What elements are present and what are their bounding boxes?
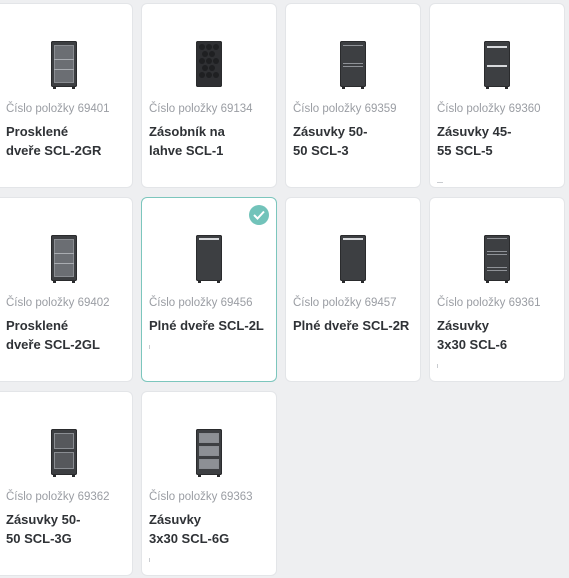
glass-drawer-cabinet-icon bbox=[50, 429, 77, 477]
product-card-69359[interactable]: Číslo položky 69359 Zásuvky 50- 50 SCL-3 bbox=[285, 3, 421, 188]
product-card-69401[interactable]: Číslo položky 69401 Prosklené dveře SCL-… bbox=[0, 3, 133, 188]
item-number: Číslo položky 69363 bbox=[149, 491, 253, 503]
item-name: Zásuvky 50- 50 SCL-3G bbox=[6, 512, 81, 546]
product-card-69362[interactable]: Číslo položky 69362 Zásuvky 50- 50 SCL-3… bbox=[0, 391, 133, 576]
product-card-69360[interactable]: Číslo položky 69360 Zásuvky 45- 55 SCL-5 bbox=[429, 3, 565, 188]
product-card-69402[interactable]: Číslo položky 69402 Prosklené dveře SCL-… bbox=[0, 197, 133, 382]
solid-door-cabinet-icon bbox=[196, 235, 222, 283]
item-name: Plné dveře SCL-2L bbox=[149, 318, 264, 333]
solid-door-cabinet-icon bbox=[340, 235, 366, 283]
item-number: Číslo položky 69362 bbox=[6, 491, 110, 503]
item-name: Zásuvky 50- 50 SCL-3 bbox=[293, 124, 368, 158]
item-name: Prosklené dveře SCL-2GL bbox=[6, 318, 100, 352]
divider bbox=[437, 364, 438, 368]
item-name: Zásuvky 3x30 SCL-6 bbox=[437, 318, 508, 352]
item-name: Prosklené dveře SCL-2GR bbox=[6, 124, 102, 158]
product-card-69134[interactable]: Číslo položky 69134 Zásobník na lahve SC… bbox=[141, 3, 277, 188]
item-number: Číslo položky 69361 bbox=[437, 297, 541, 309]
item-name: Zásuvky 45- 55 SCL-5 bbox=[437, 124, 512, 158]
product-card-69361[interactable]: Číslo položky 69361 Zásuvky 3x30 SCL-6 bbox=[429, 197, 565, 382]
divider bbox=[437, 182, 443, 183]
item-name: Zásobník na lahve SCL-1 bbox=[149, 124, 225, 158]
drawer-cabinet-icon bbox=[484, 41, 510, 89]
item-name: Zásuvky 3x30 SCL-6G bbox=[149, 512, 230, 546]
drawer-cabinet-icon bbox=[484, 235, 510, 283]
item-name: Plné dveře SCL-2R bbox=[293, 318, 410, 333]
glass-door-cabinet-icon bbox=[50, 235, 77, 283]
item-number: Číslo položky 69402 bbox=[6, 297, 110, 309]
product-grid: Číslo položky 69401 Prosklené dveře SCL-… bbox=[0, 0, 569, 578]
item-number: Číslo položky 69360 bbox=[437, 103, 541, 115]
divider bbox=[149, 558, 150, 562]
product-card-69456[interactable]: Číslo položky 69456 Plné dveře SCL-2L bbox=[141, 197, 277, 382]
drawer-cabinet-icon bbox=[340, 41, 366, 89]
item-number: Číslo položky 69134 bbox=[149, 103, 253, 115]
glass-door-cabinet-icon bbox=[50, 41, 77, 89]
item-number: Číslo položky 69359 bbox=[293, 103, 397, 115]
item-number: Číslo položky 69456 bbox=[149, 297, 253, 309]
item-number: Číslo položky 69457 bbox=[293, 297, 397, 309]
bottle-rack-cabinet-icon bbox=[196, 41, 222, 87]
product-card-69457[interactable]: Číslo položky 69457 Plné dveře SCL-2R bbox=[285, 197, 421, 382]
divider bbox=[149, 345, 150, 349]
glass-drawer-cabinet-icon bbox=[196, 429, 222, 477]
product-card-69363[interactable]: Číslo položky 69363 Zásuvky 3x30 SCL-6G bbox=[141, 391, 277, 576]
item-number: Číslo položky 69401 bbox=[6, 103, 110, 115]
selected-check-icon bbox=[249, 205, 269, 225]
